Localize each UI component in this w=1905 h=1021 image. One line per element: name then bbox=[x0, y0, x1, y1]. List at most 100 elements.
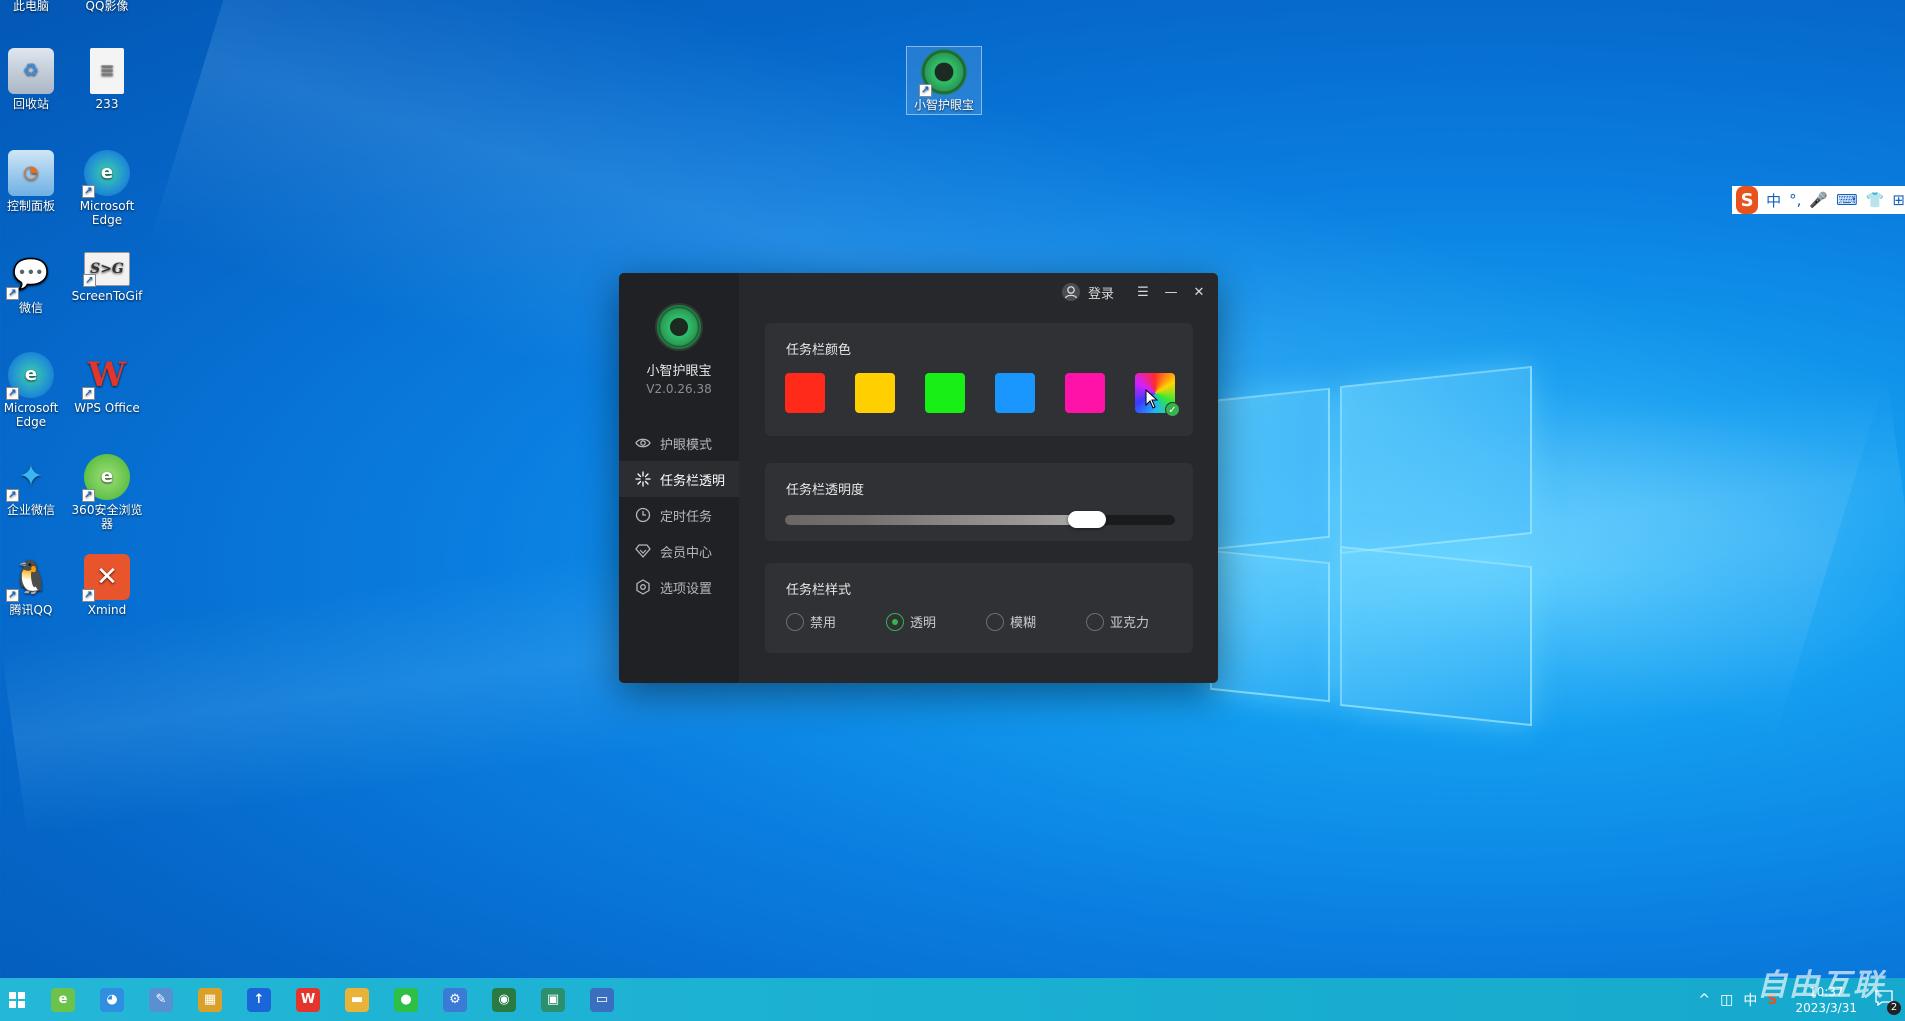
login-button[interactable]: 登录 bbox=[1061, 282, 1114, 302]
nav-item-label: 会员中心 bbox=[660, 545, 713, 561]
opacity-slider-thumb[interactable] bbox=[1068, 511, 1106, 528]
desktop-icon-recycle-bin[interactable]: ♻ 回收站 bbox=[0, 48, 69, 111]
desktop-icon-360-browser[interactable]: e ↗ 360安全浏览器 bbox=[69, 454, 145, 531]
keyboard-icon[interactable]: ⌨ bbox=[1836, 191, 1858, 209]
desktop-icon-edge-2[interactable]: e ↗ Microsoft Edge bbox=[0, 352, 69, 429]
color-swatch-blue[interactable] bbox=[995, 373, 1035, 413]
desktop-icon-screentogif[interactable]: S>G ↗ ScreenToGif bbox=[69, 252, 145, 303]
toolbox-icon[interactable]: ⊞ bbox=[1892, 191, 1905, 209]
diamond-icon bbox=[635, 543, 651, 559]
color-swatch-pink[interactable] bbox=[1065, 373, 1105, 413]
control-panel-icon: ◔ bbox=[8, 150, 54, 196]
taskbar-app-folder[interactable]: ▬ bbox=[337, 978, 377, 1021]
desktop-icon-label: 此电脑 bbox=[12, 0, 49, 13]
taskbar-app-wps[interactable]: W bbox=[288, 978, 328, 1021]
radio-circle bbox=[786, 612, 804, 631]
selected-check-icon: ✓ bbox=[1165, 402, 1180, 417]
sidebar: 小智护眼宝 V2.0.26.38 护眼模式 任务栏透明 定时任务 会员中心 选项… bbox=[619, 273, 739, 683]
desktop-icon-qq[interactable]: 🐧 ↗ 腾讯QQ bbox=[0, 554, 69, 617]
desktop-icon-control-panel[interactable]: ◔ 控制面板 bbox=[0, 150, 69, 213]
desktop-icon-qq-image[interactable]: QQ影像 bbox=[69, 0, 145, 13]
sparkle-icon bbox=[635, 471, 651, 487]
app-name: 小智护眼宝 bbox=[646, 364, 712, 379]
nav-item-label: 定时任务 bbox=[660, 509, 713, 525]
desktop-icon-label: 回收站 bbox=[12, 97, 49, 111]
taskbar-app-list: e ◕ ✎ ▦ ↑ W ▬ ● ⚙ ◉ ▣ ▭ bbox=[34, 978, 622, 1021]
radio-label: 模糊 bbox=[1010, 616, 1037, 631]
xmind-icon: ✕ ↗ bbox=[82, 554, 130, 602]
wecom-icon: ✦ ↗ bbox=[6, 454, 54, 502]
taskbar-app-notepad[interactable]: ✎ bbox=[141, 978, 181, 1021]
nav-item-scheduled-task[interactable]: 定时任务 bbox=[619, 497, 739, 533]
taskbar-app-feishu[interactable]: ↑ bbox=[239, 978, 279, 1021]
desktop-icon-wecom[interactable]: ✦ ↗ 企业微信 bbox=[0, 454, 69, 517]
desktop-icon-wechat[interactable]: 💬 ↗ 微信 bbox=[0, 252, 69, 315]
skin-icon[interactable]: 👕 bbox=[1866, 191, 1885, 209]
edge-icon: e ↗ bbox=[6, 352, 54, 400]
minimize-icon[interactable]: — bbox=[1162, 283, 1180, 301]
taskbar-app-settings[interactable]: ⚙ bbox=[435, 978, 475, 1021]
eye-icon bbox=[635, 435, 651, 451]
nav-list: 护眼模式 任务栏透明 定时任务 会员中心 选项设置 bbox=[619, 425, 739, 605]
radio-acrylic[interactable]: 亚克力 bbox=[1086, 612, 1186, 631]
taskbar-app-wechat[interactable]: ● bbox=[386, 978, 426, 1021]
menu-icon[interactable]: ☰ bbox=[1134, 283, 1152, 301]
eyecare-app-window: 小智护眼宝 V2.0.26.38 护眼模式 任务栏透明 定时任务 会员中心 选项… bbox=[619, 273, 1218, 683]
desktop-icon-233[interactable]: ≡ 233 bbox=[69, 48, 145, 111]
desktop-icon-this-pc[interactable]: 此电脑 bbox=[0, 0, 69, 13]
notepad-icon: ✎ bbox=[149, 987, 173, 1012]
desktop-icon-edge[interactable]: e ↗ Microsoft Edge bbox=[69, 150, 145, 227]
presentation-icon: ▭ bbox=[590, 987, 614, 1012]
start-button[interactable] bbox=[0, 978, 34, 1021]
nav-item-taskbar-transparent[interactable]: 任务栏透明 bbox=[619, 461, 739, 497]
card-title: 任务栏样式 bbox=[786, 583, 852, 598]
desktop-icon-label: Microsoft Edge bbox=[3, 401, 59, 429]
folder-icon: ▬ bbox=[345, 987, 369, 1012]
browser-icon: ◕ bbox=[100, 987, 124, 1012]
edge-icon: e ↗ bbox=[82, 150, 130, 198]
nav-item-member-center[interactable]: 会员中心 bbox=[619, 533, 739, 569]
text-file-icon: ≡ bbox=[90, 48, 124, 94]
ime-chinese-mode[interactable]: 中 bbox=[1766, 190, 1781, 211]
card-title: 任务栏透明度 bbox=[786, 483, 865, 498]
nav-item-label: 护眼模式 bbox=[660, 437, 713, 453]
taskbar-opacity-card: 任务栏透明度 bbox=[765, 463, 1193, 541]
taskbar-app-eyecare[interactable]: ◉ bbox=[484, 978, 524, 1021]
user-avatar-icon bbox=[1061, 283, 1080, 301]
taskbar-app-360[interactable]: e bbox=[43, 978, 83, 1021]
radio-transparent[interactable]: 透明 bbox=[886, 612, 986, 631]
desktop-icon-label: 小智护眼宝 bbox=[913, 98, 974, 112]
wechat-icon: ● bbox=[394, 987, 418, 1012]
opacity-slider-track[interactable] bbox=[785, 515, 1175, 525]
wps-icon: W ↗ bbox=[82, 352, 130, 400]
radio-label: 亚克力 bbox=[1110, 616, 1150, 631]
nav-item-eye-mode[interactable]: 护眼模式 bbox=[619, 425, 739, 461]
eyecare-icon: ↗ bbox=[919, 49, 967, 97]
nav-item-label: 选项设置 bbox=[660, 581, 713, 597]
show-hidden-icons-icon[interactable]: ^ bbox=[1698, 992, 1710, 1008]
taskbar-app-screentogif[interactable]: ▦ bbox=[190, 978, 230, 1021]
sogou-logo-icon[interactable]: S bbox=[1736, 186, 1759, 214]
color-swatch-red[interactable] bbox=[785, 373, 825, 413]
desktop-icon-label: QQ影像 bbox=[85, 0, 129, 13]
desktop-icon-wps[interactable]: W ↗ WPS Office bbox=[69, 352, 145, 415]
settings-icon: ⚙ bbox=[443, 987, 467, 1012]
network-icon[interactable]: ◫ bbox=[1720, 992, 1733, 1008]
close-icon[interactable]: ✕ bbox=[1190, 283, 1208, 301]
mouse-cursor-icon bbox=[1145, 389, 1159, 409]
qq-penguin-icon: 🐧 ↗ bbox=[6, 554, 54, 602]
radio-blur[interactable]: 模糊 bbox=[986, 612, 1086, 631]
taskbar-app-presentation[interactable]: ▭ bbox=[582, 978, 622, 1021]
microphone-icon[interactable]: 🎤 bbox=[1809, 191, 1828, 209]
ime-punctuation-icon[interactable]: °, bbox=[1789, 191, 1801, 209]
taskbar-app-browser[interactable]: ◕ bbox=[92, 978, 132, 1021]
taskbar-app-image[interactable]: ▣ bbox=[533, 978, 573, 1021]
desktop-icon-xmind[interactable]: ✕ ↗ Xmind bbox=[69, 554, 145, 617]
nav-item-options[interactable]: 选项设置 bbox=[619, 569, 739, 605]
radio-disabled[interactable]: 禁用 bbox=[786, 612, 886, 631]
desktop-icon-eyecare[interactable]: ↗ 小智护眼宝 bbox=[906, 46, 982, 115]
input-method-toolbar[interactable]: S 中 °, 🎤 ⌨ 👕 ⊞ bbox=[1732, 186, 1905, 214]
color-swatch-green[interactable] bbox=[925, 373, 965, 413]
input-language-icon[interactable]: 中 bbox=[1743, 990, 1757, 1010]
color-swatch-yellow[interactable] bbox=[855, 373, 895, 413]
